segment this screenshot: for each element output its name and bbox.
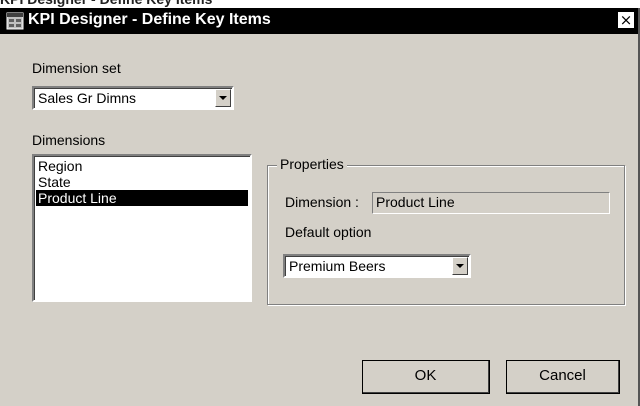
dimensions-label: Dimensions xyxy=(32,132,106,148)
dimension-set-select[interactable]: Sales Gr Dimns xyxy=(32,86,234,110)
default-option-select[interactable]: Premium Beers xyxy=(283,254,471,278)
close-icon[interactable]: × xyxy=(618,12,634,28)
default-option-value: Premium Beers xyxy=(289,258,386,274)
list-item-product-line[interactable]: Product Line xyxy=(36,190,248,206)
dialog-window: KPI Designer - Define Key Items × Dimens… xyxy=(0,8,640,406)
window-title: KPI Designer - Define Key Items xyxy=(28,11,271,28)
ok-button[interactable]: OK xyxy=(362,360,490,394)
dimension-value-field: Product Line xyxy=(372,192,610,214)
properties-legend: Properties xyxy=(277,156,347,172)
grid-window-icon xyxy=(6,12,24,30)
partial-title-text: KPI Designer - Define Key Items xyxy=(0,0,212,7)
partial-title-above: KPI Designer - Define Key Items xyxy=(0,0,640,8)
chevron-down-icon[interactable] xyxy=(215,89,231,107)
dimension-set-label: Dimension set xyxy=(32,60,121,76)
title-bar[interactable]: KPI Designer - Define Key Items × xyxy=(0,8,638,34)
dimensions-listbox[interactable]: Region State Product Line xyxy=(32,154,252,302)
dimension-value-text: Product Line xyxy=(376,194,455,210)
dimension-field-label: Dimension : xyxy=(285,194,359,210)
cancel-button[interactable]: Cancel xyxy=(506,360,620,394)
default-option-label: Default option xyxy=(285,224,372,240)
chevron-down-icon[interactable] xyxy=(452,257,468,275)
dimension-set-value: Sales Gr Dimns xyxy=(38,90,137,106)
list-item-state[interactable]: State xyxy=(36,174,248,190)
list-item-region[interactable]: Region xyxy=(36,158,248,174)
